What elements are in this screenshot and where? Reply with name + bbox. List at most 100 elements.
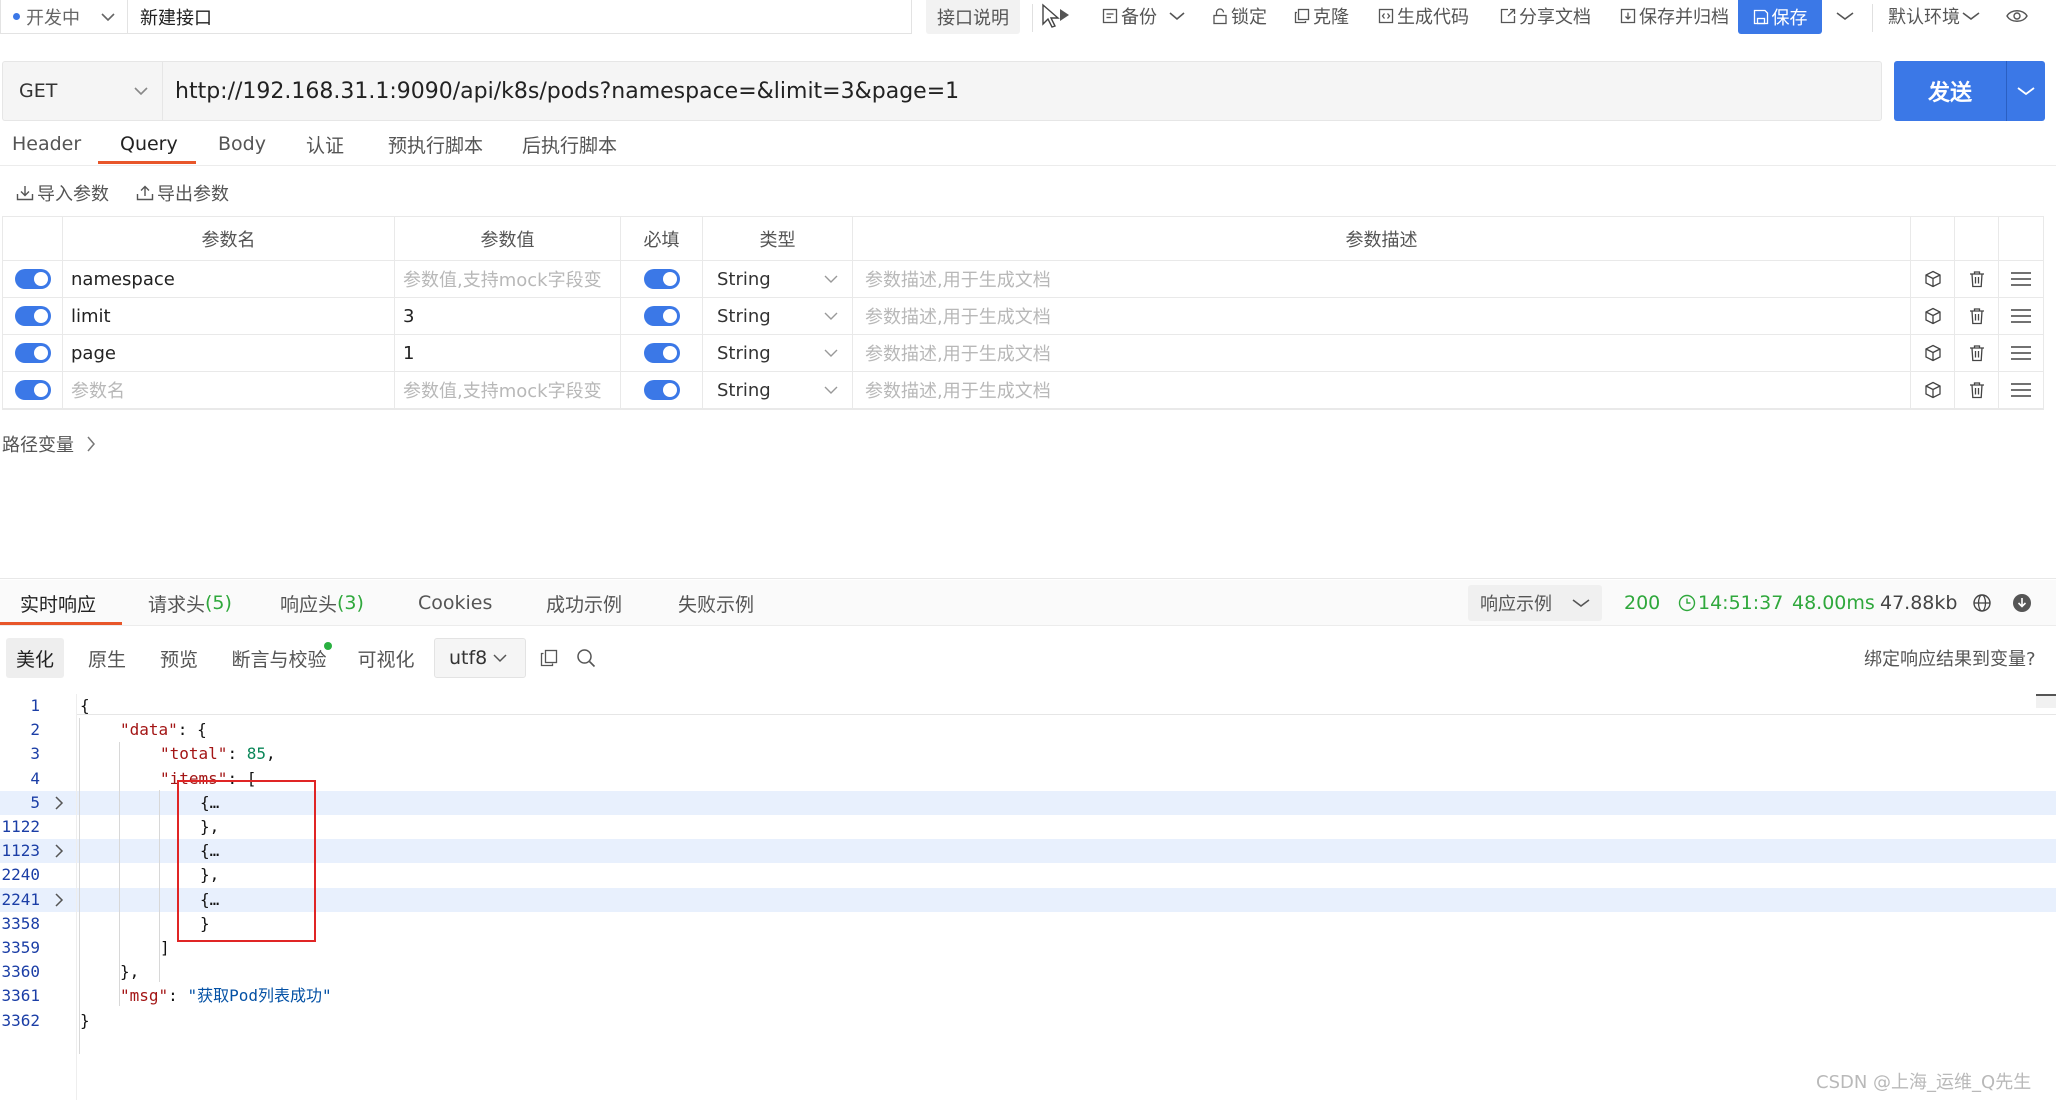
view-visualize[interactable]: 可视化: [350, 638, 422, 678]
response-example-select[interactable]: 响应示例: [1468, 585, 1602, 621]
download-circle-icon: [2013, 594, 2031, 612]
bind-response-to-variable-link[interactable]: 绑定响应结果到变量?: [1864, 638, 2036, 678]
header-description: 参数描述: [853, 217, 1911, 261]
param-enabled-toggle[interactable]: [14, 306, 51, 326]
generate-code-button[interactable]: 生成代码: [1378, 0, 1469, 32]
param-enabled-toggle[interactable]: [14, 343, 51, 363]
json-key: "total": [160, 744, 228, 763]
view-raw[interactable]: 原生: [78, 638, 136, 678]
path-variables-toggle[interactable]: 路径变量: [2, 430, 96, 458]
param-type-select[interactable]: String: [703, 261, 853, 298]
api-name-input[interactable]: 新建接口: [128, 0, 912, 34]
tab-cookies[interactable]: Cookies: [418, 580, 492, 626]
param-delete-button[interactable]: [1955, 261, 1999, 298]
tab-header[interactable]: Header: [12, 122, 81, 166]
param-mock-button[interactable]: [1911, 335, 1955, 372]
backup-icon: [1102, 8, 1118, 24]
environment-view-button[interactable]: [2006, 0, 2031, 32]
tab-live-response[interactable]: 实时响应: [20, 580, 96, 626]
trash-icon: [1969, 271, 1984, 288]
cube-icon: [1924, 307, 1941, 325]
lock-button[interactable]: 锁定: [1212, 0, 1267, 32]
trash-icon: [1969, 308, 1984, 325]
param-value-input[interactable]: 参数值,支持mock字段变: [395, 372, 621, 409]
param-drag-handle[interactable]: [1999, 261, 2043, 298]
run-button[interactable]: [1040, 0, 1075, 32]
tab-post-script[interactable]: 后执行脚本: [522, 122, 617, 166]
tab-count: (5): [205, 592, 232, 614]
param-delete-button[interactable]: [1955, 298, 1999, 335]
param-required-toggle[interactable]: [643, 306, 680, 326]
param-value-input[interactable]: 1: [395, 335, 621, 372]
param-mock-button[interactable]: [1911, 261, 1955, 298]
copy-button[interactable]: [540, 638, 558, 678]
view-preview[interactable]: 预览: [150, 638, 208, 678]
param-type-select[interactable]: String: [703, 372, 853, 409]
param-mock-button[interactable]: [1911, 298, 1955, 335]
fold-toggle-icon[interactable]: [54, 844, 64, 858]
send-button[interactable]: 发送: [1894, 61, 2006, 121]
param-name-input[interactable]: namespace: [63, 261, 395, 298]
send-options-button[interactable]: [2007, 61, 2045, 121]
url-input[interactable]: http://192.168.31.1:9090/api/k8s/pods?na…: [162, 61, 1882, 121]
param-drag-handle[interactable]: [1999, 335, 2043, 372]
param-type-select[interactable]: String: [703, 298, 853, 335]
tab-auth[interactable]: 认证: [306, 122, 344, 166]
save-button[interactable]: 保存: [1738, 0, 1822, 34]
header-param-name: 参数名: [63, 217, 395, 261]
param-name-input[interactable]: limit: [63, 298, 395, 335]
param-required-toggle[interactable]: [643, 269, 680, 289]
scrollbar-thumb[interactable]: [2036, 694, 2056, 708]
param-delete-button[interactable]: [1955, 335, 1999, 372]
import-params-button[interactable]: 导入参数: [16, 180, 109, 206]
cube-icon: [1924, 270, 1941, 288]
save-archive-button[interactable]: 保存并归档: [1620, 0, 1729, 32]
param-name-input[interactable]: 参数名: [63, 372, 395, 409]
fold-toggle-icon[interactable]: [54, 893, 64, 907]
environment-select[interactable]: 默认环境: [1888, 0, 1983, 32]
param-name-input[interactable]: page: [63, 335, 395, 372]
param-mock-button[interactable]: [1911, 372, 1955, 409]
param-enabled-toggle[interactable]: [14, 380, 51, 400]
line-number: 3361: [1, 986, 40, 1005]
fold-toggle-icon[interactable]: [54, 796, 64, 810]
param-drag-handle[interactable]: [1999, 372, 2043, 409]
param-type-select[interactable]: String: [703, 335, 853, 372]
param-delete-button[interactable]: [1955, 372, 1999, 409]
param-value-input[interactable]: 3: [395, 298, 621, 335]
export-params-button[interactable]: 导出参数: [136, 180, 229, 206]
tab-request-headers[interactable]: 请求头 (5): [148, 580, 232, 626]
share-doc-button[interactable]: 分享文档: [1500, 0, 1591, 32]
param-value-input[interactable]: 参数值,支持mock字段变: [395, 261, 621, 298]
tab-query[interactable]: Query: [120, 122, 178, 166]
param-enabled-toggle[interactable]: [14, 269, 51, 289]
tab-failure-example[interactable]: 失败示例: [678, 580, 754, 626]
param-description-input[interactable]: 参数描述,用于生成文档: [853, 298, 1911, 335]
tab-pre-script[interactable]: 预执行脚本: [388, 122, 483, 166]
backup-button[interactable]: 备份: [1102, 0, 1188, 32]
save-more-button[interactable]: [1836, 0, 1857, 32]
tab-response-headers[interactable]: 响应头 (3): [280, 580, 364, 626]
param-description-input[interactable]: 参数描述,用于生成文档: [853, 335, 1911, 372]
param-description-input[interactable]: 参数描述,用于生成文档: [853, 261, 1911, 298]
code-line: 3360},: [0, 960, 2056, 984]
tab-body[interactable]: Body: [218, 122, 266, 166]
clone-button[interactable]: 克隆: [1294, 0, 1349, 32]
api-doc-button[interactable]: 接口说明: [926, 0, 1020, 34]
encoding-select[interactable]: utf8: [434, 638, 526, 678]
view-beautify[interactable]: 美化: [6, 638, 64, 678]
tab-label: 失败示例: [678, 593, 755, 616]
assertion-indicator-dot: [324, 642, 332, 650]
status-select[interactable]: 开发中: [0, 0, 128, 34]
param-required-toggle[interactable]: [643, 343, 680, 363]
globe-button[interactable]: [1972, 580, 1992, 626]
search-button[interactable]: [576, 638, 596, 678]
tab-success-example[interactable]: 成功示例: [546, 580, 622, 626]
param-description-input[interactable]: 参数描述,用于生成文档: [853, 372, 1911, 409]
json-key: "msg": [120, 986, 169, 1005]
param-drag-handle[interactable]: [1999, 298, 2043, 335]
view-assertions[interactable]: 断言与校验: [224, 638, 334, 678]
download-response-button[interactable]: [2012, 580, 2032, 626]
method-select[interactable]: GET: [2, 61, 162, 121]
param-required-toggle[interactable]: [643, 380, 680, 400]
